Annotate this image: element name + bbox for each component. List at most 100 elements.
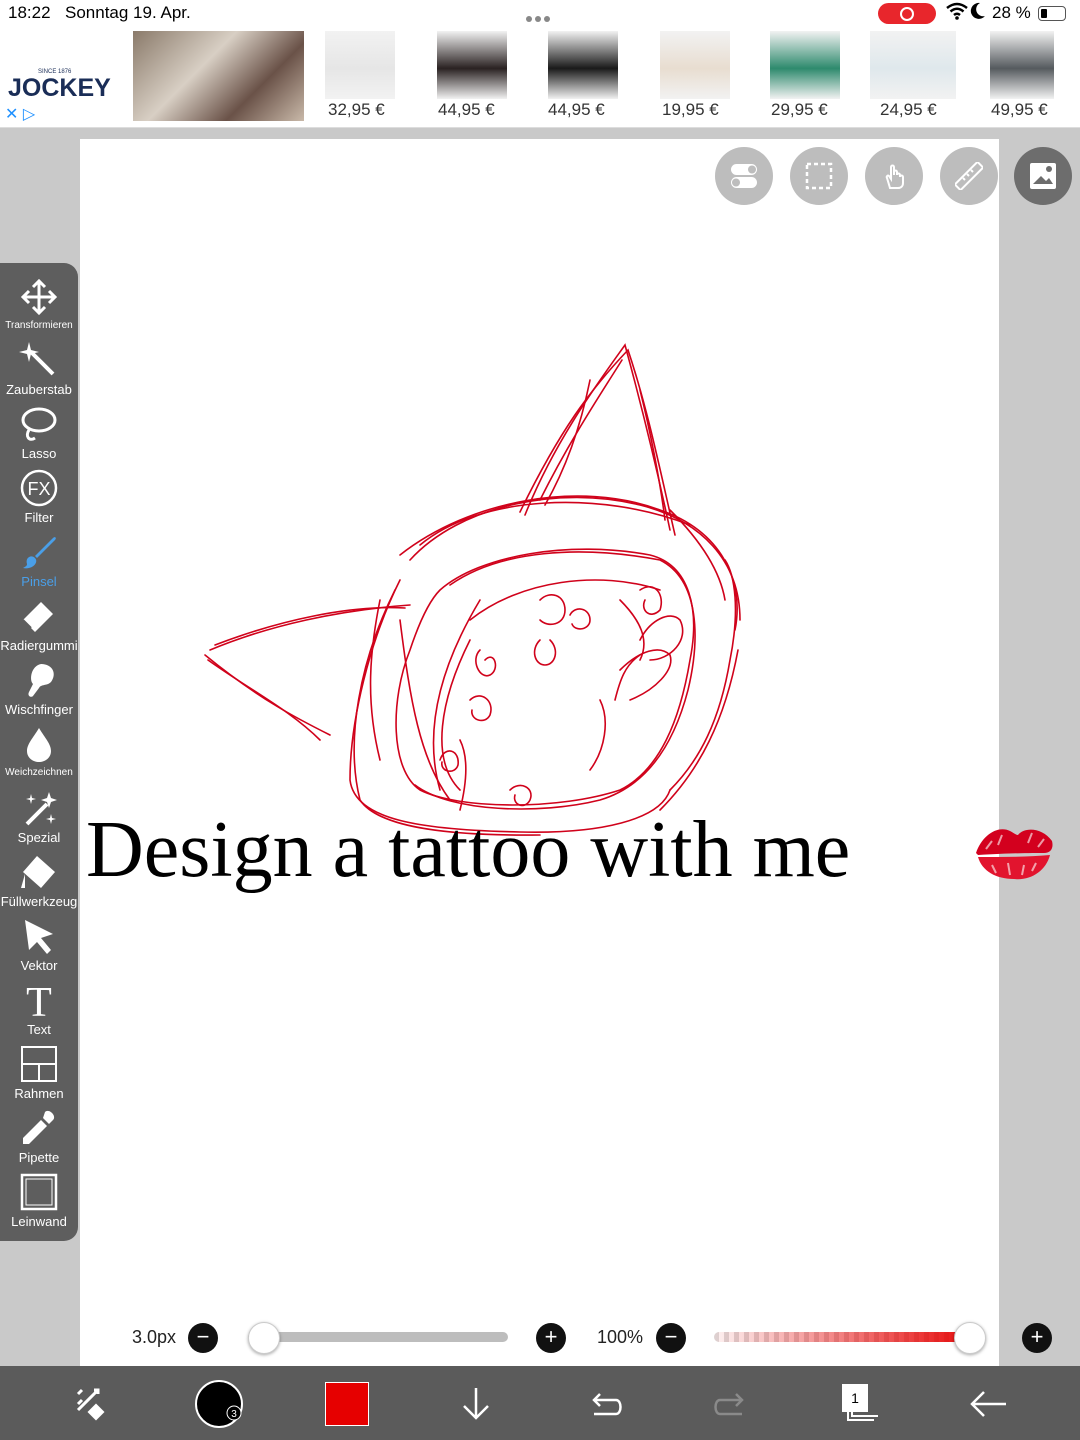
ad-product-price[interactable]: 49,95 € (991, 100, 1048, 120)
tool-fill-bucket[interactable]: Füllwerkzeug (0, 852, 78, 916)
brush-icon (23, 537, 56, 569)
ad-product-price[interactable]: 24,95 € (880, 100, 937, 120)
tattoo-sketch (204, 343, 741, 836)
ad-product-image[interactable] (548, 31, 618, 99)
tool-lasso[interactable]: Lasso (0, 404, 78, 468)
tool-smudge[interactable]: Wischfinger (0, 660, 78, 724)
eyedropper-icon (23, 1110, 55, 1144)
ad-lifestyle-photo[interactable] (133, 31, 304, 121)
size-decrease-button[interactable]: − (188, 1323, 218, 1353)
ad-choices-icon[interactable]: ✕ ▷ (5, 104, 35, 124)
tool-label: Pinsel (21, 574, 57, 589)
tool-label: Weichzeichnen (5, 767, 73, 778)
multitasking-dots-icon[interactable] (526, 9, 556, 22)
tool-canvas[interactable]: Leinwand (0, 1172, 78, 1236)
blur-drop-icon (27, 728, 51, 762)
tool-frame[interactable]: Rahmen (0, 1044, 78, 1108)
brush-preview-icon: 3 (195, 1380, 243, 1428)
ruler-button[interactable] (940, 147, 998, 205)
svg-text:FX: FX (27, 479, 50, 499)
tool-eyedropper[interactable]: Pipette (0, 1108, 78, 1172)
opacity-slider[interactable] (714, 1332, 984, 1342)
move-icon (20, 278, 58, 316)
ad-product-price[interactable]: 29,95 € (771, 100, 828, 120)
ad-product-price[interactable]: 19,95 € (662, 100, 719, 120)
brush-size-slider[interactable] (248, 1332, 508, 1342)
ad-product-image[interactable] (990, 31, 1054, 99)
magic-wand-icon (19, 342, 55, 376)
tool-label: Wischfinger (5, 702, 73, 717)
battery-percent: 28 % (992, 3, 1031, 22)
download-button[interactable] (452, 1380, 500, 1428)
tool-label: Filter (24, 510, 54, 525)
overlay-title: Design a tattoo with me (86, 806, 851, 894)
vector-arrow-icon (25, 920, 53, 954)
fill-bucket-icon (21, 856, 55, 888)
hand-icon (885, 164, 904, 189)
ad-product-price[interactable]: 44,95 € (548, 100, 605, 120)
tool-label: Radiergummi (0, 638, 78, 653)
tool-label: Lasso (21, 446, 57, 461)
brush-size-label: 3.0px (132, 1327, 177, 1347)
opacity-label: 100% (597, 1327, 644, 1347)
ad-product-price[interactable]: 32,95 € (328, 100, 385, 120)
svg-text:T: T (26, 980, 52, 1020)
layers-button[interactable]: 1 (836, 1380, 884, 1428)
frame-icon (21, 1046, 57, 1082)
tool-blur-drop[interactable]: Weichzeichnen (0, 724, 78, 788)
layers-icon: 1 (842, 1384, 878, 1421)
wifi-icon (946, 2, 968, 25)
bottom-toolbar (0, 1366, 1080, 1440)
ad-product-image[interactable] (660, 31, 730, 99)
download-arrow-icon (463, 1388, 489, 1420)
lasso-icon (21, 407, 57, 441)
opacity-increase-button[interactable]: + (1022, 1323, 1052, 1353)
size-increase-button[interactable]: + (536, 1323, 566, 1353)
gesture-button[interactable] (865, 147, 923, 205)
tool-label: Transformieren (5, 320, 73, 331)
eraser-icon (22, 602, 53, 632)
tool-move[interactable]: Transformieren (0, 277, 78, 341)
status-date: Sonntag 19. Apr. (65, 3, 191, 22)
image-icon (1030, 163, 1056, 189)
ruler-icon (955, 162, 983, 190)
selection-button[interactable] (790, 147, 848, 205)
tool-brush[interactable]: Pinsel (0, 532, 78, 596)
tool-vector-arrow[interactable]: Vektor (0, 916, 78, 980)
tool-magic-wand[interactable]: Zauberstab (0, 340, 78, 404)
battery-icon (1038, 6, 1066, 21)
brush-preview-button[interactable]: 3 (194, 1379, 243, 1428)
back-button[interactable] (964, 1380, 1012, 1428)
ad-product-image[interactable] (325, 31, 395, 99)
tool-label: Vektor (20, 958, 58, 973)
opacity-slider-handle[interactable] (954, 1322, 986, 1354)
ad-product-price[interactable]: 44,95 € (438, 100, 495, 120)
ad-product-image[interactable] (437, 31, 507, 99)
brush-preview-badge: 3 (231, 1409, 237, 1420)
tool-fx[interactable]: FX Filter (0, 468, 78, 532)
opacity-decrease-button[interactable]: − (656, 1323, 686, 1353)
swap-icon (76, 1388, 105, 1421)
redo-button[interactable] (708, 1380, 756, 1428)
tool-label: Rahmen (14, 1086, 64, 1101)
fx-icon: FX (20, 469, 58, 507)
ad-brand-logo[interactable]: JOCKEY (8, 74, 111, 103)
tool-eraser[interactable]: Radiergummi (0, 596, 78, 660)
color-swatch[interactable] (324, 1380, 372, 1428)
brush-size-slider-handle[interactable] (248, 1322, 280, 1354)
tool-label: Leinwand (11, 1214, 67, 1229)
toggle-button[interactable] (715, 147, 773, 205)
tool-special-wand[interactable]: Spezial (0, 788, 78, 852)
ad-product-image[interactable] (770, 31, 840, 99)
screen-recording-icon[interactable] (878, 3, 936, 24)
tool-label: Pipette (18, 1150, 60, 1165)
tool-text[interactable]: T Text (0, 980, 78, 1044)
gallery-button[interactable] (1014, 147, 1072, 205)
ad-product-image[interactable] (870, 31, 956, 99)
undo-button[interactable] (580, 1380, 628, 1428)
canvas-icon (20, 1173, 58, 1211)
tool-label: Zauberstab (6, 382, 72, 397)
swap-tool-button[interactable] (68, 1380, 116, 1428)
text-icon: T (26, 980, 52, 1020)
drawing-canvas[interactable]: Design a tattoo with me (80, 139, 1053, 1366)
